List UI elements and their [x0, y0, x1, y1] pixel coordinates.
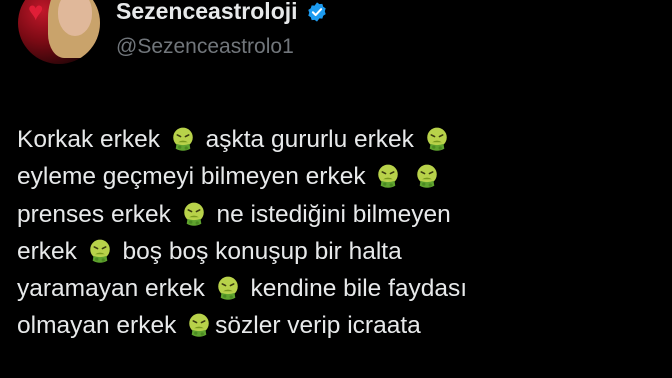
tweet-line: olmayan erkek sözler verip icraata — [17, 307, 657, 344]
tweet-text-segment: ne istediğini bilmeyen — [209, 200, 451, 228]
tweet-text-segment: boş boş konuşup bir halta — [115, 237, 402, 265]
user-handle[interactable]: @Sezenceastrolo1 — [116, 35, 294, 59]
tweet-header: ♥ Sezenceastroloji @Sezenceastrolo1 — [0, 0, 672, 80]
tweet-text-segment: prenses erkek — [17, 200, 178, 228]
nauseated-face-icon — [217, 276, 238, 300]
verified-badge-icon — [307, 1, 326, 22]
tweet-text-segment — [404, 163, 411, 190]
tweet-line: erkek boş boş konuşup bir halta — [17, 233, 657, 270]
tweet-line: Korkak erkek aşkta gururlu erkek — [17, 121, 657, 158]
tweet-line: prenses erkek ne istediğini bilmeyen — [17, 196, 657, 233]
tweet-text-segment: aşkta gururlu erkek — [198, 126, 421, 153]
display-name[interactable]: Sezenceastroloji — [116, 0, 298, 25]
nauseated-face-icon — [189, 314, 209, 338]
nauseated-face-icon — [378, 164, 399, 189]
nauseated-face-icon — [183, 202, 204, 226]
tweet-line: yaramayan erkek kendine bile faydası — [17, 270, 657, 307]
tweet-text-segment: eyleme geçmeyi bilmeyen erkek — [17, 163, 373, 191]
nauseated-face-icon — [427, 127, 447, 151]
tweet-line: eyleme geçmeyi bilmeyen erkek — [17, 158, 657, 195]
nauseated-face-icon — [417, 164, 437, 189]
tweet-text: Korkak erkek aşkta gururlu erkek eyleme … — [17, 121, 657, 345]
nauseated-face-icon — [173, 127, 193, 151]
tweet-text-segment: yaramayan erkek — [17, 275, 212, 303]
avatar[interactable]: ♥ — [18, 0, 100, 64]
name-row: Sezenceastroloji — [116, 0, 328, 25]
tweet-text-segment: kendine bile faydası — [243, 275, 468, 303]
nauseated-face-icon — [89, 239, 110, 263]
tweet-text-segment: Korkak erkek — [17, 126, 167, 153]
tweet-text-segment: sözler verip icraata — [215, 312, 421, 340]
tweet-text-segment: olmayan erkek — [17, 312, 184, 340]
heart-icon: ♥ — [28, 0, 44, 26]
tweet-text-segment: erkek — [17, 237, 84, 265]
